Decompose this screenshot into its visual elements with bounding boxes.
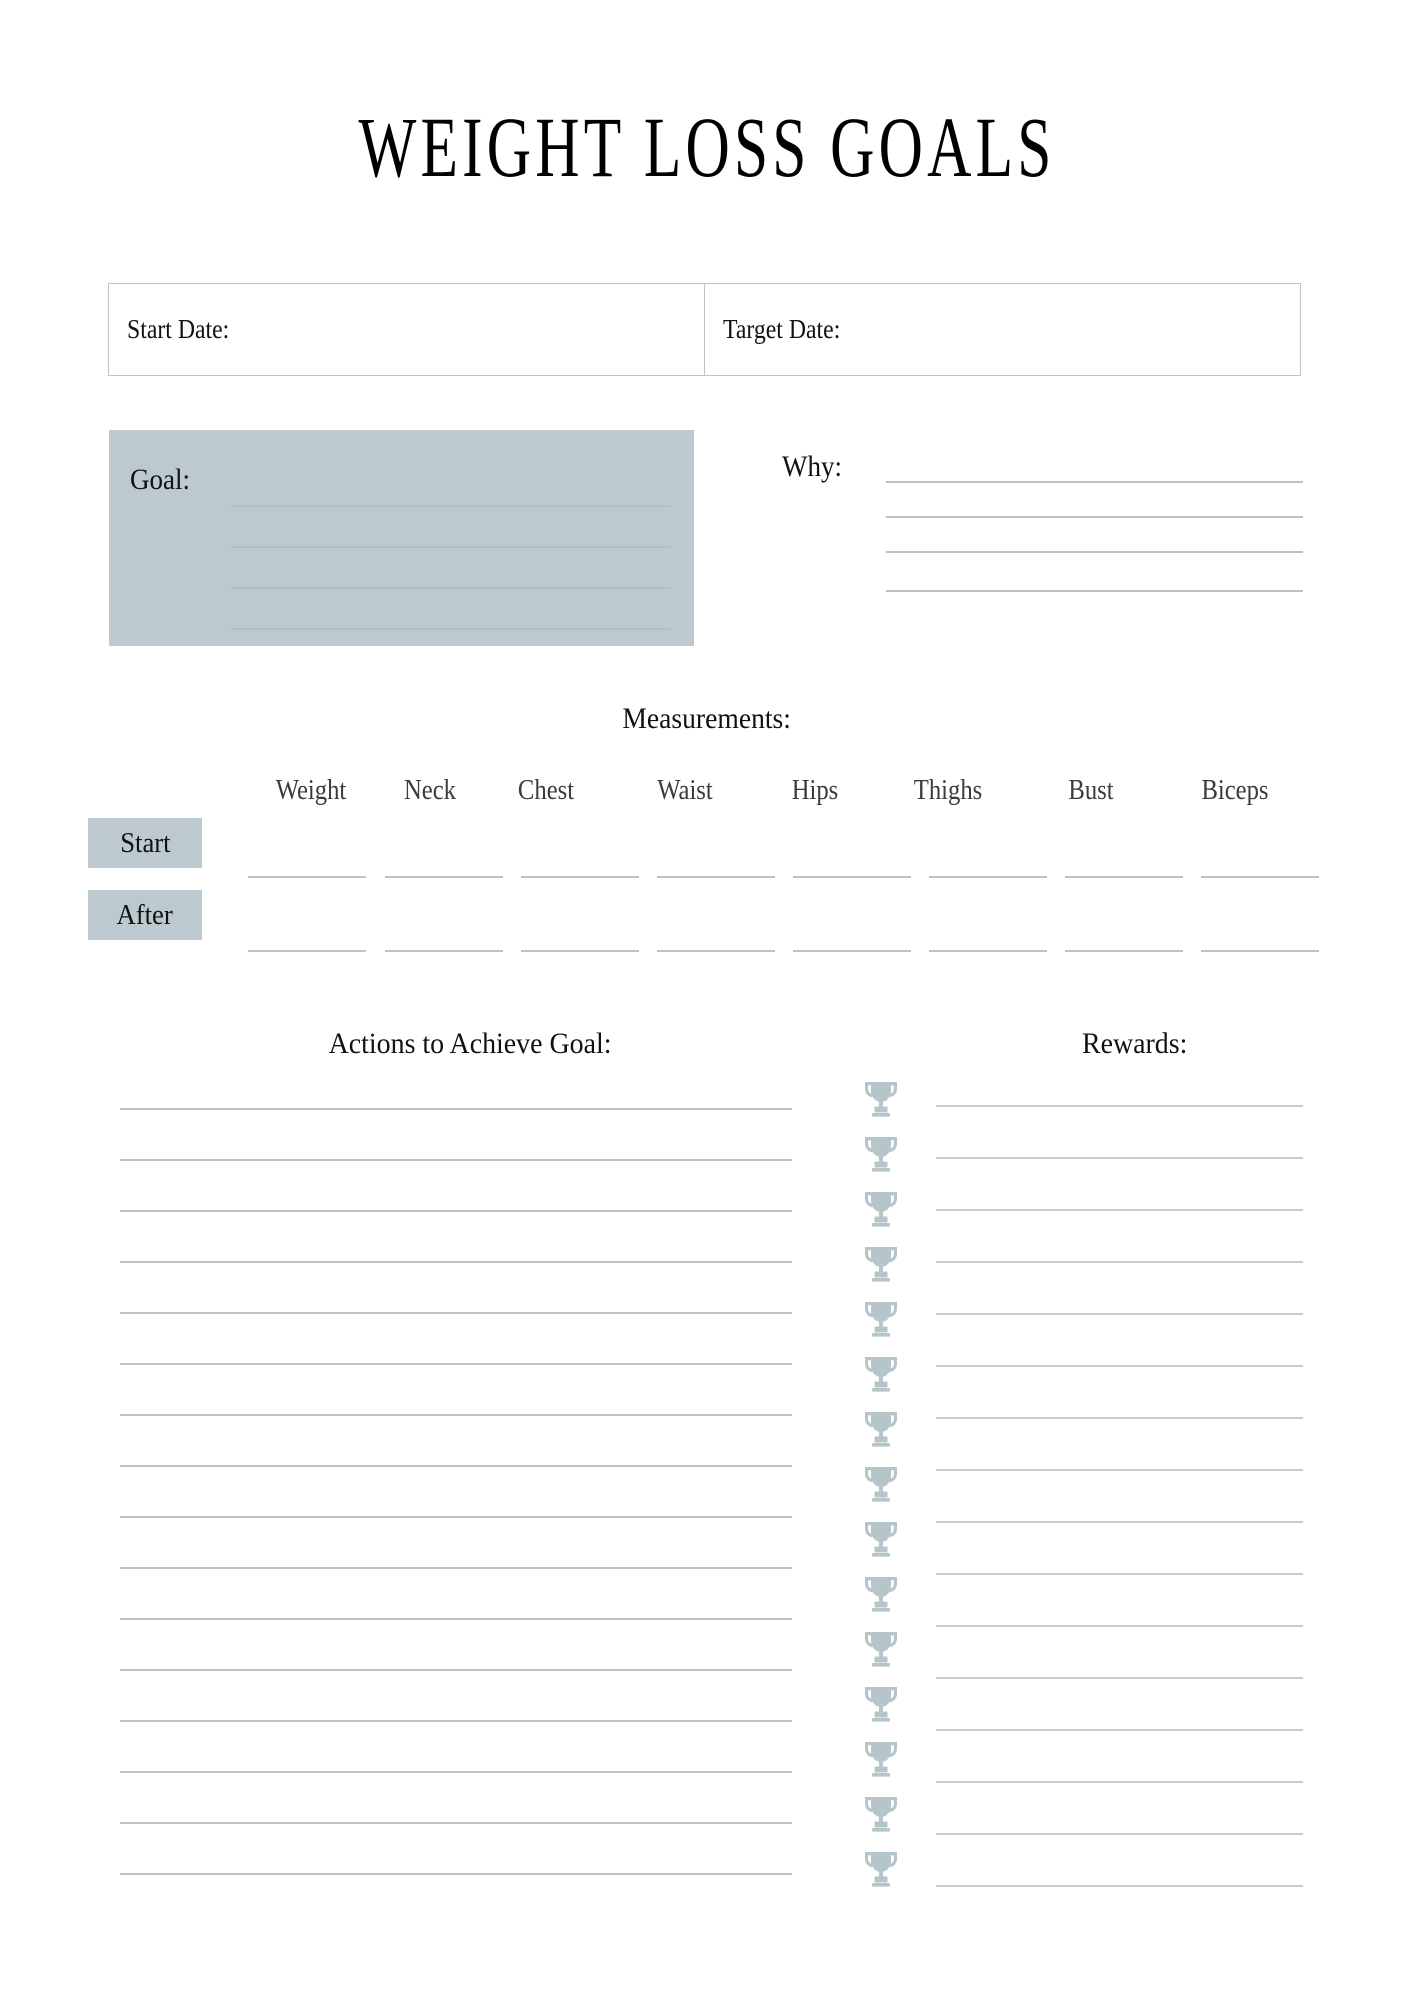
page-title: WEIGHT LOSS GOALS — [358, 99, 1056, 195]
measurement-input-start-thighs[interactable] — [929, 876, 1047, 878]
trophy-icon — [862, 1793, 900, 1833]
measurement-column-waist: Waist — [657, 775, 713, 806]
measurement-row-label-start: Start — [88, 818, 202, 868]
why-write-line[interactable] — [886, 551, 1303, 553]
rewards-write-line[interactable] — [936, 1729, 1303, 1731]
date-row: Start Date: Target Date: — [108, 283, 1302, 376]
actions-write-line[interactable] — [120, 1363, 792, 1365]
measurement-input-start-bust[interactable] — [1065, 876, 1183, 878]
actions-heading: Actions to Achieve Goal: — [328, 1027, 612, 1060]
rewards-write-line[interactable] — [936, 1677, 1303, 1679]
measurement-input-start-neck[interactable] — [385, 876, 503, 878]
measurement-input-after-weight[interactable] — [248, 950, 366, 952]
goal-label: Goal: — [130, 463, 190, 496]
why-label: Why: — [782, 450, 842, 483]
measurement-input-after-waist[interactable] — [657, 950, 775, 952]
trophy-icon — [862, 1133, 900, 1173]
trophy-icon — [862, 1628, 900, 1668]
rewards-write-line[interactable] — [936, 1209, 1303, 1211]
measurement-column-bust: Bust — [1068, 775, 1114, 806]
rewards-write-line[interactable] — [936, 1781, 1303, 1783]
actions-write-line[interactable] — [120, 1210, 792, 1212]
rewards-write-line[interactable] — [936, 1365, 1303, 1367]
trophy-icon — [862, 1353, 900, 1393]
measurement-column-biceps: Biceps — [1201, 775, 1269, 806]
measurement-input-start-biceps[interactable] — [1201, 876, 1319, 878]
rewards-write-line[interactable] — [936, 1261, 1303, 1263]
trophy-icon — [862, 1738, 900, 1778]
actions-write-line[interactable] — [120, 1771, 792, 1773]
rewards-write-line[interactable] — [936, 1105, 1303, 1107]
measurement-input-start-hips[interactable] — [793, 876, 911, 878]
measurement-column-weight: Weight — [275, 775, 347, 806]
rewards-write-line[interactable] — [936, 1573, 1303, 1575]
rewards-heading: Rewards: — [1082, 1027, 1188, 1060]
rewards-write-line[interactable] — [936, 1885, 1303, 1887]
trophy-icon — [862, 1463, 900, 1503]
rewards-write-line[interactable] — [936, 1833, 1303, 1835]
goal-write-line[interactable] — [231, 546, 671, 548]
measurement-column-neck: Neck — [403, 775, 456, 806]
why-write-line[interactable] — [886, 590, 1303, 592]
weight-loss-goals-page: WEIGHT LOSS GOALS Start Date: Target Dat… — [0, 0, 1414, 2000]
rewards-write-line[interactable] — [936, 1521, 1303, 1523]
actions-write-line[interactable] — [120, 1567, 792, 1569]
rewards-write-line[interactable] — [936, 1313, 1303, 1315]
actions-write-line[interactable] — [120, 1669, 792, 1671]
trophy-icon — [862, 1243, 900, 1283]
trophy-icon — [862, 1683, 900, 1723]
measurement-row-label-after: After — [88, 890, 202, 940]
actions-write-line[interactable] — [120, 1465, 792, 1467]
trophy-icon — [862, 1078, 900, 1118]
rewards-write-line[interactable] — [936, 1625, 1303, 1627]
measurement-input-after-chest[interactable] — [521, 950, 639, 952]
goal-write-line[interactable] — [231, 587, 671, 589]
goal-box[interactable]: Goal: — [109, 430, 694, 646]
measurement-input-after-biceps[interactable] — [1201, 950, 1319, 952]
trophy-icon — [862, 1408, 900, 1448]
rewards-write-line[interactable] — [936, 1157, 1303, 1159]
measurement-input-after-bust[interactable] — [1065, 950, 1183, 952]
actions-write-line[interactable] — [120, 1312, 792, 1314]
target-date-field[interactable]: Target Date: — [704, 283, 1301, 376]
rewards-write-line[interactable] — [936, 1417, 1303, 1419]
target-date-label: Target Date: — [723, 314, 841, 344]
rewards-write-line[interactable] — [936, 1469, 1303, 1471]
actions-write-line[interactable] — [120, 1873, 792, 1875]
actions-write-line[interactable] — [120, 1414, 792, 1416]
trophy-icon — [862, 1518, 900, 1558]
measurement-column-thighs: Thighs — [913, 775, 983, 806]
trophy-icon — [862, 1573, 900, 1613]
measurement-input-start-chest[interactable] — [521, 876, 639, 878]
goal-write-line[interactable] — [231, 505, 671, 507]
actions-write-line[interactable] — [120, 1516, 792, 1518]
trophy-icon — [862, 1848, 900, 1888]
trophy-icon — [862, 1188, 900, 1228]
measurement-input-start-waist[interactable] — [657, 876, 775, 878]
measurement-input-start-weight[interactable] — [248, 876, 366, 878]
start-date-label: Start Date: — [127, 314, 230, 344]
why-write-line[interactable] — [886, 516, 1303, 518]
goal-write-line[interactable] — [231, 628, 671, 630]
measurement-input-after-hips[interactable] — [793, 950, 911, 952]
actions-write-line[interactable] — [120, 1159, 792, 1161]
why-write-line[interactable] — [886, 481, 1303, 483]
actions-write-line[interactable] — [120, 1822, 792, 1824]
start-date-field[interactable]: Start Date: — [108, 283, 705, 376]
trophy-icon — [862, 1298, 900, 1338]
measurement-column-chest: Chest — [517, 775, 575, 806]
measurement-column-hips: Hips — [791, 775, 839, 806]
measurements-title: Measurements: — [622, 702, 792, 735]
actions-write-line[interactable] — [120, 1261, 792, 1263]
measurement-input-after-thighs[interactable] — [929, 950, 1047, 952]
actions-write-line[interactable] — [120, 1108, 792, 1110]
actions-write-line[interactable] — [120, 1618, 792, 1620]
measurement-input-after-neck[interactable] — [385, 950, 503, 952]
actions-write-line[interactable] — [120, 1720, 792, 1722]
